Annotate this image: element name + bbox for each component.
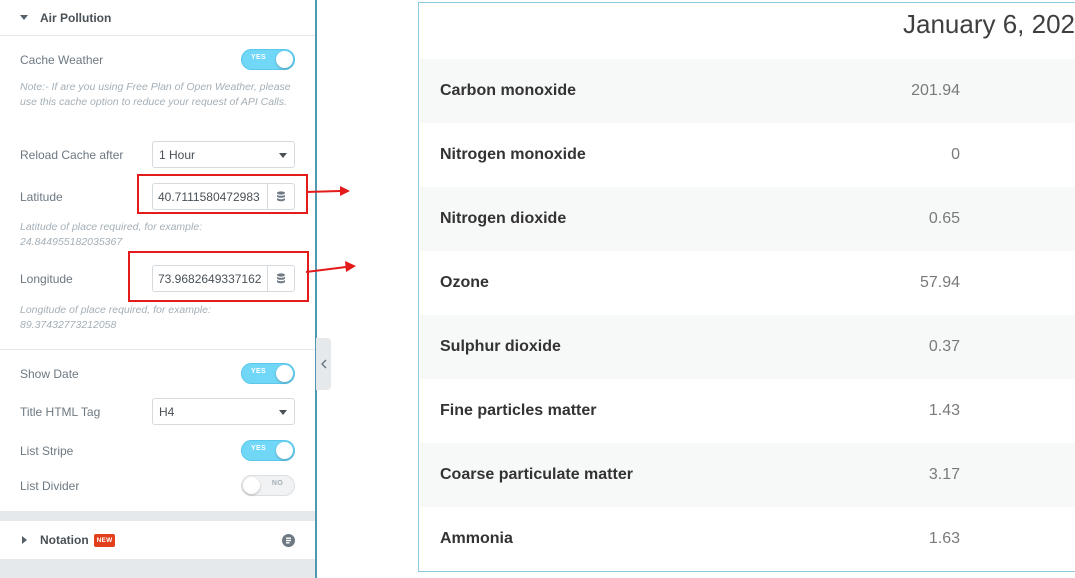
panel-border xyxy=(315,0,317,578)
list-stripe-label: List Stripe xyxy=(20,444,74,458)
reload-cache-value: 1 Hour xyxy=(159,148,196,162)
caret-down-icon xyxy=(20,15,28,20)
pollutant-name: Nitrogen monoxide xyxy=(440,146,586,163)
pollutant-value: 57.94 xyxy=(919,274,960,291)
section-header-notation[interactable]: Notation NEW xyxy=(0,521,315,559)
arrow-right-icon xyxy=(306,186,350,196)
latitude-label: Latitude xyxy=(20,190,63,204)
pollutant-name: Ammonia xyxy=(440,530,513,547)
show-date-label: Show Date xyxy=(20,367,79,381)
table-row: Ozone 57.94 xyxy=(420,251,1075,315)
divider xyxy=(0,349,315,350)
toggle-state-text: YES xyxy=(251,445,266,452)
pollutant-value: 1.43 xyxy=(928,402,960,419)
reload-cache-label: Reload Cache after xyxy=(20,148,124,162)
cache-weather-label: Cache Weather xyxy=(20,53,104,67)
pollutant-value: 201.94 xyxy=(911,82,960,99)
show-date-toggle[interactable]: YES xyxy=(241,363,295,384)
cache-weather-toggle[interactable]: YES xyxy=(241,49,295,70)
chevron-down-icon xyxy=(279,153,287,158)
latitude-note: Latitude of place required, for example:… xyxy=(20,221,203,248)
chevron-down-icon xyxy=(279,410,287,415)
pollutant-name: Ozone xyxy=(440,274,489,291)
pollutant-value: 0 xyxy=(951,146,960,163)
longitude-note: Longitude of place required, for example… xyxy=(20,304,211,331)
notation-title: Notation xyxy=(40,533,89,547)
pro-widget-icon xyxy=(282,534,295,552)
table-row: Nitrogen monoxide 0 xyxy=(420,123,1075,187)
table-row: Sulphur dioxide 0.37 xyxy=(420,315,1075,379)
toggle-state-text: YES xyxy=(251,368,266,375)
toggle-state-text: NO xyxy=(271,480,283,487)
new-badge: NEW xyxy=(93,533,116,547)
pollutant-value: 1.63 xyxy=(928,530,960,547)
section-header-air-pollution[interactable]: Air Pollution xyxy=(0,0,315,36)
cache-note: Note:- If are you using Free Plan of Ope… xyxy=(20,81,291,108)
pollutant-value: 0.65 xyxy=(928,210,960,227)
longitude-label: Longitude xyxy=(20,272,73,286)
chevron-left-icon xyxy=(320,359,327,369)
arrow-right-icon xyxy=(306,261,356,273)
table-row: Coarse particulate matter 3.17 xyxy=(420,443,1075,507)
caret-right-icon xyxy=(22,536,27,544)
section-separator xyxy=(0,559,315,578)
air-pollution-preview: January 6, 2023 Carbon monoxide 201.94 N… xyxy=(418,2,1075,572)
toggle-knob xyxy=(276,365,293,382)
toggle-knob xyxy=(243,477,260,494)
pollutant-name: Sulphur dioxide xyxy=(440,338,561,355)
panel-collapse-button[interactable] xyxy=(316,338,331,390)
table-row: Carbon monoxide 201.94 xyxy=(420,59,1075,123)
pollutant-value: 0.37 xyxy=(928,338,960,355)
list-divider-toggle[interactable]: NO xyxy=(241,475,295,496)
pollutant-name: Fine particles matter xyxy=(440,402,597,419)
section-title: Air Pollution xyxy=(40,10,112,25)
pollutant-name: Nitrogen dioxide xyxy=(440,210,567,227)
pollutant-name: Carbon monoxide xyxy=(440,82,577,99)
title-tag-label: Title HTML Tag xyxy=(20,405,101,419)
table-row: Fine particles matter 1.43 xyxy=(420,379,1075,443)
title-tag-value: H4 xyxy=(159,405,175,419)
title-tag-select[interactable]: H4 xyxy=(152,398,295,425)
pollutant-name: Coarse particulate matter xyxy=(440,466,633,483)
pollutant-value: 3.17 xyxy=(928,466,960,483)
table-row: Ammonia 1.63 xyxy=(420,507,1075,571)
latitude-highlight-box xyxy=(137,174,308,214)
longitude-highlight-box xyxy=(128,251,309,302)
date-title: January 6, 2023 xyxy=(903,9,1075,39)
list-divider-label: List Divider xyxy=(20,479,80,493)
list-stripe-toggle[interactable]: YES xyxy=(241,440,295,461)
table-row: Nitrogen dioxide 0.65 xyxy=(420,187,1075,251)
toggle-knob xyxy=(276,51,293,68)
section-separator xyxy=(0,511,315,521)
toggle-knob xyxy=(276,442,293,459)
toggle-state-text: YES xyxy=(251,54,266,61)
reload-cache-select[interactable]: 1 Hour xyxy=(152,141,295,168)
